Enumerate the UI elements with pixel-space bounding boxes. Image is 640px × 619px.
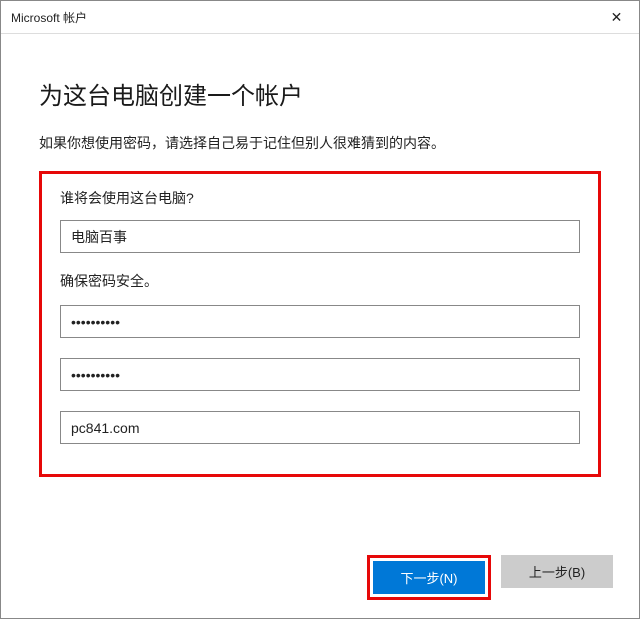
content-area: 为这台电脑创建一个帐户 如果你想使用密码，请选择自己易于记住但别人很难猜到的内容… bbox=[1, 34, 639, 477]
close-icon: ✕ bbox=[611, 9, 623, 26]
password-input[interactable] bbox=[60, 305, 580, 338]
window-title: Microsoft 帐户 bbox=[11, 9, 87, 26]
form-highlight-box: 谁将会使用这台电脑? 确保密码安全。 bbox=[39, 171, 601, 477]
username-input[interactable] bbox=[60, 220, 580, 253]
titlebar: Microsoft 帐户 ✕ bbox=[1, 1, 639, 34]
password-hint-input[interactable] bbox=[60, 411, 580, 444]
label-who-uses: 谁将会使用这台电脑? bbox=[60, 188, 580, 208]
password-confirm-input[interactable] bbox=[60, 358, 580, 391]
label-secure-password: 确保密码安全。 bbox=[60, 271, 580, 291]
page-subtext: 如果你想使用密码，请选择自己易于记住但别人很难猜到的内容。 bbox=[39, 133, 601, 153]
next-highlight-box: 下一步(N) bbox=[367, 555, 491, 600]
back-button[interactable]: 上一步(B) bbox=[501, 555, 613, 588]
page-title: 为这台电脑创建一个帐户 bbox=[39, 76, 601, 111]
next-button[interactable]: 下一步(N) bbox=[373, 561, 485, 594]
footer-buttons: 下一步(N) 上一步(B) bbox=[1, 555, 639, 600]
close-button[interactable]: ✕ bbox=[594, 1, 639, 34]
